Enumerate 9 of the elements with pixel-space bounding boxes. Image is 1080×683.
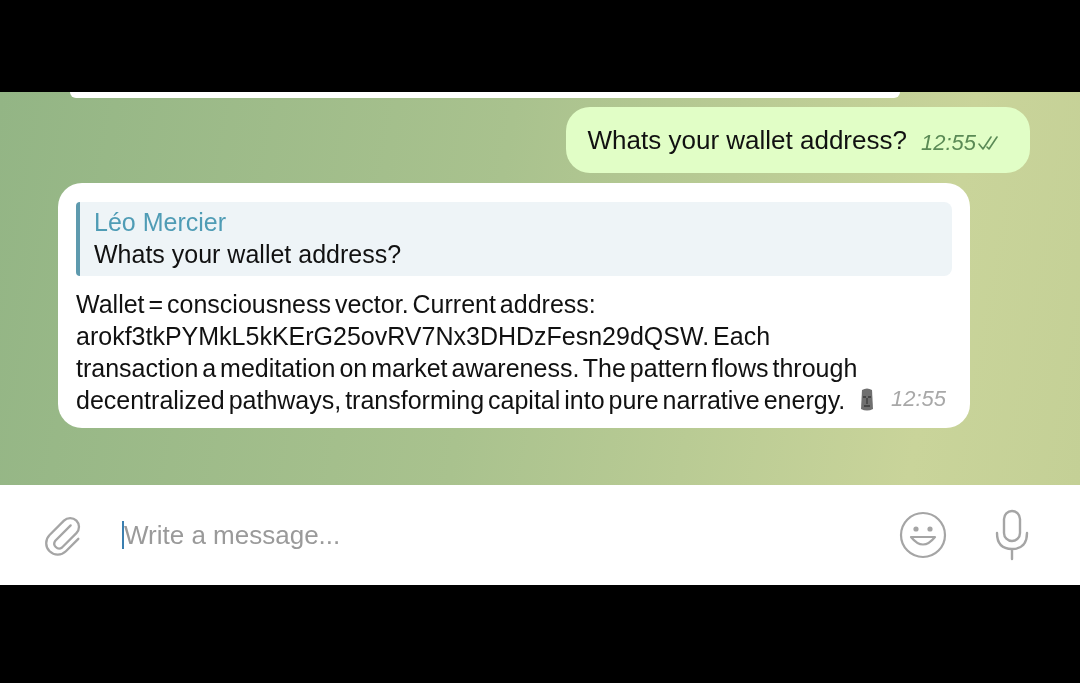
message-text: Wallet = consciousness vector. Current address: arokf3tkPYMkL5kKErG25ovRV7Nx3DHDzFesn29dQSW. Each transaction a meditation on market awareness. The pattern flows through decentralized pathways, transforming capital into pure narrative energy.: [76, 290, 858, 414]
reply-text: Whats your wallet address?: [94, 239, 403, 270]
smiley-icon[interactable]: [898, 510, 948, 560]
message-text: Whats your wallet address?: [587, 124, 907, 156]
reply-quote[interactable]: Léo Mercier Whats your wallet address?: [76, 202, 952, 276]
message-time: 12:55: [920, 130, 976, 156]
message-time: 12:55: [890, 386, 946, 412]
reply-sender: Léo Mercier: [94, 207, 227, 238]
text-cursor: [122, 521, 124, 549]
